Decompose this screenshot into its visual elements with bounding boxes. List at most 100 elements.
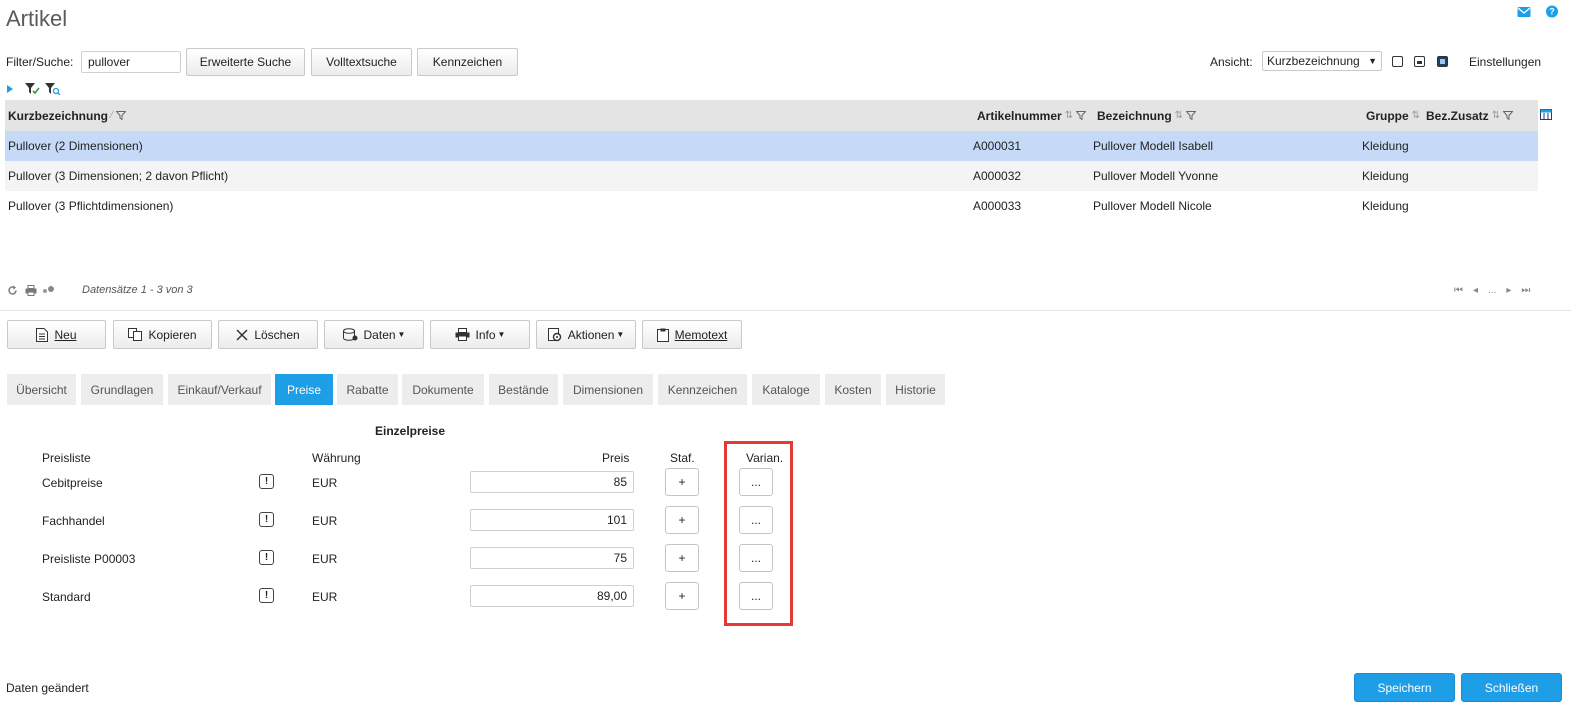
exclamation-icon[interactable]: ! bbox=[259, 474, 274, 489]
currency-value: EUR bbox=[312, 514, 338, 528]
cell-group: Kleidung bbox=[1362, 139, 1409, 153]
table-row[interactable]: Pullover (3 Pflichtdimensionen) A000033 … bbox=[5, 191, 1538, 221]
filter-apply-icon[interactable] bbox=[25, 83, 41, 95]
memo-button[interactable]: Memotext bbox=[642, 320, 742, 349]
exclamation-icon[interactable]: ! bbox=[259, 512, 274, 527]
column-chooser-icon[interactable] bbox=[1540, 109, 1552, 120]
search-input[interactable] bbox=[81, 51, 181, 73]
pager-ellipsis: ... bbox=[1488, 285, 1497, 296]
settings-link[interactable]: Einstellungen bbox=[1469, 55, 1541, 69]
record-info: Datensätze 1 - 3 von 3 bbox=[82, 284, 193, 296]
memo-button-label: Memotext bbox=[674, 327, 728, 342]
copy-button[interactable]: Kopieren bbox=[113, 320, 212, 349]
col-extra[interactable]: Bez.Zusatz ⇅ bbox=[1426, 100, 1514, 131]
mail-icon[interactable] bbox=[1517, 5, 1531, 19]
column-filter-icon[interactable] bbox=[1503, 111, 1514, 120]
tab-basics[interactable]: Grundlagen bbox=[81, 374, 163, 405]
sort-icon[interactable]: ⇅ bbox=[1492, 110, 1500, 121]
sort-asc-icon[interactable]: ⁄ bbox=[111, 110, 113, 121]
table-row[interactable]: Pullover (2 Dimensionen) A000031 Pullove… bbox=[5, 131, 1538, 161]
cell-short-desc: Pullover (2 Dimensionen) bbox=[8, 139, 143, 153]
cell-article-no: A000031 bbox=[973, 139, 1022, 153]
data-menu-button[interactable]: Daten ▼ bbox=[324, 320, 424, 349]
extended-search-button[interactable]: Erweiterte Suche bbox=[186, 48, 305, 76]
save-button[interactable]: Speichern bbox=[1354, 673, 1455, 702]
last-page-icon[interactable]: ⏭ bbox=[1521, 285, 1530, 296]
document-icon bbox=[36, 327, 49, 342]
help-icon[interactable]: ? bbox=[1545, 5, 1559, 19]
actions-menu-button[interactable]: Aktionen ▼ bbox=[536, 320, 636, 349]
fulltext-search-button[interactable]: Volltextsuche bbox=[311, 48, 412, 76]
staf-button[interactable]: + bbox=[665, 506, 699, 534]
tab-costs[interactable]: Kosten bbox=[825, 374, 881, 405]
export-icon[interactable] bbox=[42, 285, 56, 296]
col-group[interactable]: Gruppe ⇅ bbox=[1366, 100, 1420, 131]
caret-down-icon: ▼ bbox=[616, 330, 625, 339]
view-select-value: Kurzbezeichnung bbox=[1267, 54, 1360, 68]
table-row[interactable]: Pullover (3 Dimensionen; 2 davon Pflicht… bbox=[5, 161, 1538, 191]
price-input[interactable] bbox=[470, 585, 634, 607]
price-input[interactable] bbox=[470, 471, 634, 493]
header-staf: Staf. bbox=[670, 451, 695, 465]
col-article-no[interactable]: Artikelnummer ⇅ bbox=[977, 100, 1087, 131]
exclamation-icon[interactable]: ! bbox=[259, 550, 274, 565]
tab-purchase-sales[interactable]: Einkauf/Verkauf bbox=[168, 374, 271, 405]
next-page-icon[interactable]: ▸ bbox=[1506, 285, 1511, 296]
refresh-icon[interactable] bbox=[7, 285, 18, 296]
close-icon bbox=[236, 328, 248, 341]
page-title: Artikel bbox=[6, 6, 68, 31]
copy-button-label: Kopieren bbox=[148, 327, 197, 342]
print-icon bbox=[455, 328, 470, 341]
pricelist-name: Cebitpreise bbox=[42, 476, 103, 490]
tab-stock[interactable]: Bestände bbox=[489, 374, 558, 405]
cell-article-no: A000033 bbox=[973, 199, 1022, 213]
tab-flags[interactable]: Kennzeichen bbox=[658, 374, 747, 405]
cell-short-desc: Pullover (3 Pflichtdimensionen) bbox=[8, 199, 174, 213]
column-filter-icon[interactable] bbox=[1076, 111, 1087, 120]
tab-documents[interactable]: Dokumente bbox=[402, 374, 484, 405]
currency-value: EUR bbox=[312, 476, 338, 490]
expand-arrow-icon[interactable] bbox=[6, 84, 14, 94]
exclamation-icon[interactable]: ! bbox=[259, 588, 274, 603]
section-title: Einzelpreise bbox=[375, 424, 446, 438]
delete-button[interactable]: Löschen bbox=[218, 320, 318, 349]
prev-page-icon[interactable]: ◂ bbox=[1473, 285, 1478, 296]
tab-prices[interactable]: Preise bbox=[275, 374, 333, 405]
delete-button-label: Löschen bbox=[254, 327, 300, 342]
tab-discounts[interactable]: Rabatte bbox=[337, 374, 398, 405]
column-filter-icon[interactable] bbox=[115, 111, 126, 120]
col-description[interactable]: Bezeichnung ⇅ bbox=[1097, 100, 1197, 131]
price-input[interactable] bbox=[470, 547, 634, 569]
close-button[interactable]: Schließen bbox=[1461, 673, 1562, 702]
layout-split-icon[interactable] bbox=[1414, 56, 1425, 67]
tab-history[interactable]: Historie bbox=[886, 374, 945, 405]
staf-button[interactable]: + bbox=[665, 468, 699, 496]
info-menu-label: Info bbox=[475, 327, 496, 342]
staf-button[interactable]: + bbox=[665, 582, 699, 610]
tab-overview[interactable]: Übersicht bbox=[7, 374, 76, 405]
info-menu-button[interactable]: Info ▼ bbox=[430, 320, 530, 349]
flags-button[interactable]: Kennzeichen bbox=[417, 48, 518, 76]
view-select[interactable]: Kurzbezeichnung ▼ bbox=[1262, 51, 1382, 71]
highlight-box bbox=[724, 441, 793, 626]
print-icon[interactable] bbox=[25, 285, 37, 296]
first-page-icon[interactable]: ⏮ bbox=[1454, 285, 1463, 296]
col-short-desc[interactable]: Kurzbezeichnung ⁄ bbox=[8, 100, 126, 131]
cell-group: Kleidung bbox=[1362, 199, 1409, 213]
pricelist-name: Standard bbox=[42, 590, 91, 604]
cell-group: Kleidung bbox=[1362, 169, 1409, 183]
tab-dimensions[interactable]: Dimensionen bbox=[563, 374, 653, 405]
price-input[interactable] bbox=[470, 509, 634, 531]
filter-search-icon[interactable] bbox=[45, 83, 61, 95]
tab-catalogs[interactable]: Kataloge bbox=[752, 374, 820, 405]
sort-icon[interactable]: ⇅ bbox=[1175, 110, 1183, 121]
staf-button[interactable]: + bbox=[665, 544, 699, 572]
sort-icon[interactable]: ⇅ bbox=[1412, 110, 1420, 121]
layout-single-icon[interactable] bbox=[1392, 56, 1403, 67]
new-button[interactable]: Neu bbox=[7, 320, 106, 349]
cell-description: Pullover Modell Nicole bbox=[1093, 199, 1212, 213]
caret-down-icon: ▼ bbox=[397, 330, 406, 339]
column-filter-icon[interactable] bbox=[1186, 111, 1197, 120]
layout-full-icon[interactable] bbox=[1437, 56, 1448, 67]
sort-icon[interactable]: ⇅ bbox=[1065, 110, 1073, 121]
